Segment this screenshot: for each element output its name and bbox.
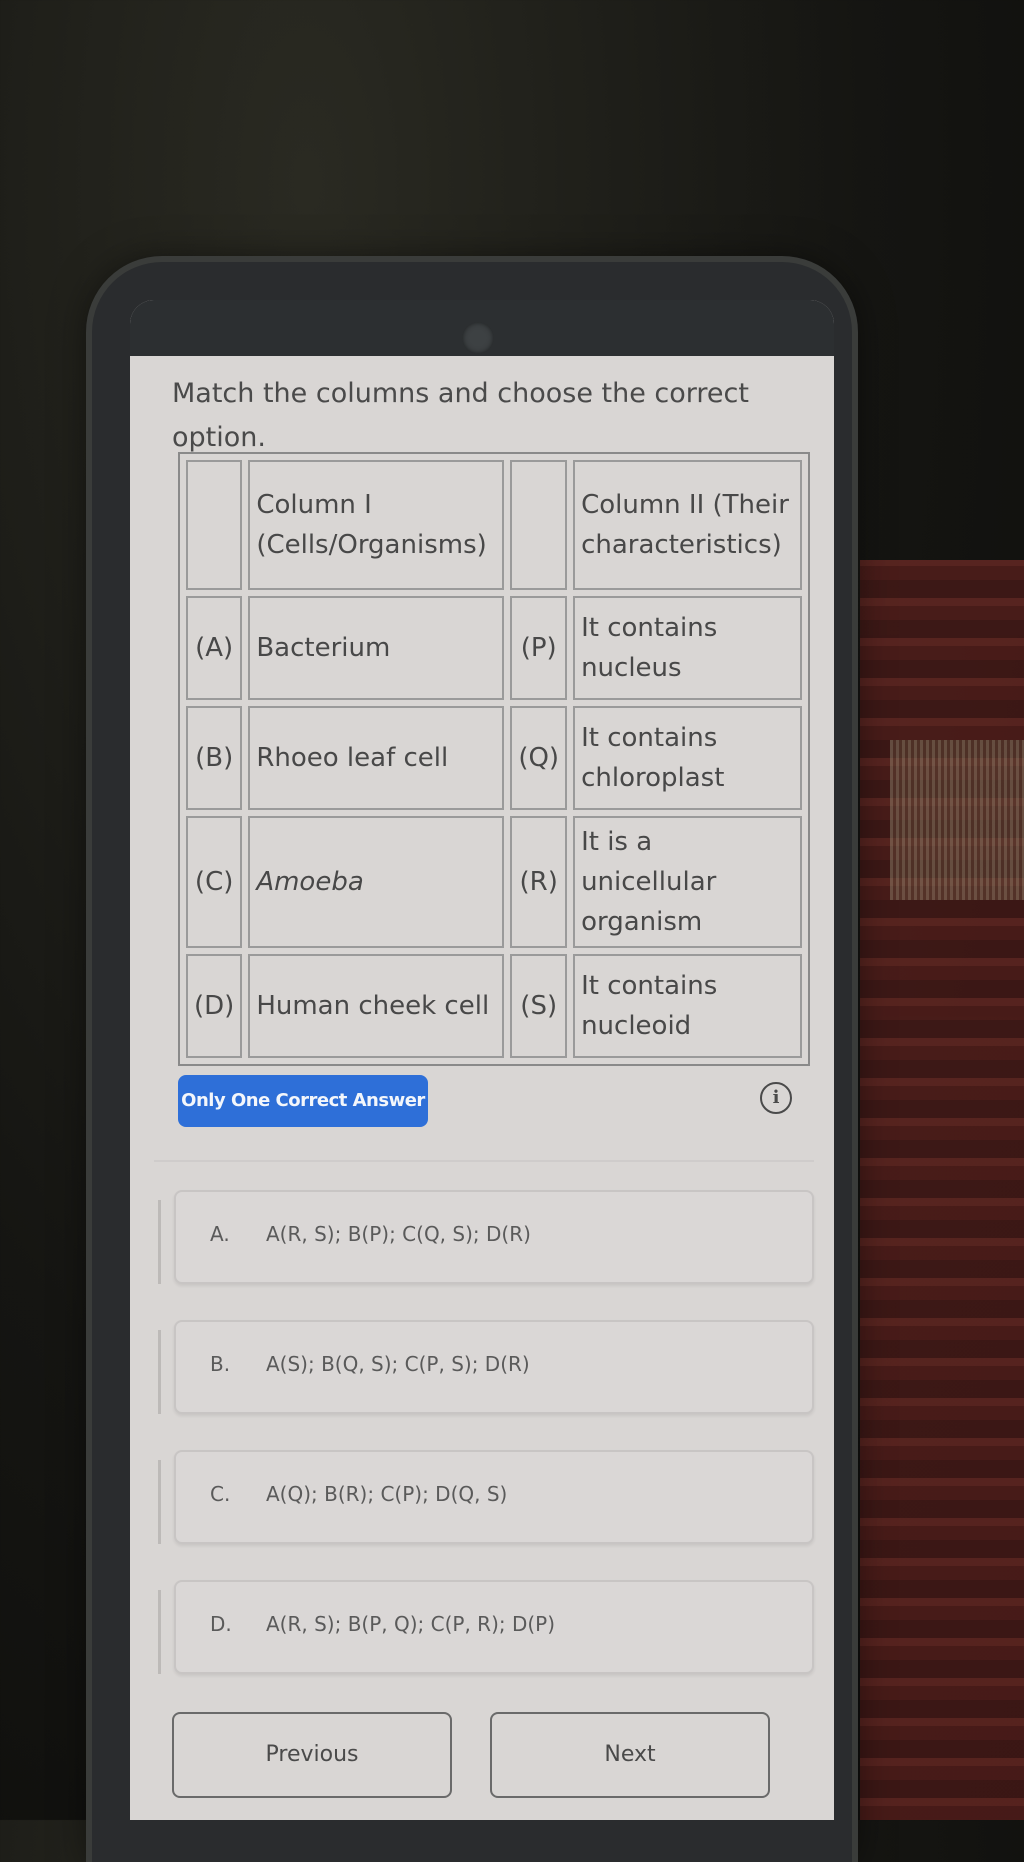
divider (154, 1160, 814, 1162)
header-column-2: Column II (Their characteristics) (573, 460, 802, 590)
table-row: (A) Bacterium (P) It contains nucleus (186, 596, 802, 700)
previous-button[interactable]: Previous (172, 1712, 452, 1798)
row-key-1: (A) (186, 596, 243, 700)
front-camera (462, 322, 494, 354)
row-item: Amoeba (248, 816, 505, 948)
table-row: (D) Human cheek cell (S) It contains nuc… (186, 954, 802, 1058)
row-characteristic: It is a unicellular organism (573, 816, 802, 948)
row-key-2: (S) (510, 954, 568, 1058)
table-row: (B) Rhoeo leaf cell (Q) It contains chlo… (186, 706, 802, 810)
table-header-row: Column I (Cells/Organisms) Column II (Th… (186, 460, 802, 590)
navigation-bar: Previous Next (172, 1712, 812, 1802)
phone-screen: Match the columns and choose the correct… (130, 300, 834, 1820)
header-key-1 (186, 460, 243, 590)
option-d[interactable]: D. A(R, S); B(P, Q); C(P, R); D(P) (158, 1580, 818, 1674)
option-text: A(R, S); B(P); C(Q, S); D(R) (266, 1222, 531, 1246)
option-rail (158, 1200, 161, 1284)
option-rail (158, 1330, 161, 1414)
row-characteristic: It contains nucleus (573, 596, 802, 700)
row-key-2: (P) (510, 596, 568, 700)
option-card[interactable]: A. A(R, S); B(P); C(Q, S); D(R) (174, 1190, 814, 1284)
row-key-2: (R) (510, 816, 568, 948)
option-card[interactable]: D. A(R, S); B(P, Q); C(P, R); D(P) (174, 1580, 814, 1674)
row-item: Human cheek cell (248, 954, 505, 1058)
next-button[interactable]: Next (490, 1712, 770, 1798)
option-letter: D. (210, 1612, 232, 1636)
option-letter: B. (210, 1352, 231, 1376)
table-row: (C) Amoeba (R) It is a unicellular organ… (186, 816, 802, 948)
option-a[interactable]: A. A(R, S); B(P); C(Q, S); D(R) (158, 1190, 818, 1284)
background-fabric (860, 560, 1024, 1820)
match-table: Column I (Cells/Organisms) Column II (Th… (178, 452, 810, 1066)
row-item: Rhoeo leaf cell (248, 706, 505, 810)
header-column-1: Column I (Cells/Organisms) (248, 460, 505, 590)
option-b[interactable]: B. A(S); B(Q, S); C(P, S); D(R) (158, 1320, 818, 1414)
option-card[interactable]: B. A(S); B(Q, S); C(P, S); D(R) (174, 1320, 814, 1414)
option-text: A(Q); B(R); C(P); D(Q, S) (266, 1482, 508, 1506)
option-text: A(S); B(Q, S); C(P, S); D(R) (266, 1352, 530, 1376)
option-letter: A. (210, 1222, 230, 1246)
option-rail (158, 1460, 161, 1544)
question-prompt: Match the columns and choose the correct… (172, 378, 749, 453)
row-key-1: (C) (186, 816, 243, 948)
option-text: A(R, S); B(P, Q); C(P, R); D(P) (266, 1612, 556, 1636)
row-key-1: (D) (186, 954, 243, 1058)
option-c[interactable]: C. A(Q); B(R); C(P); D(Q, S) (158, 1450, 818, 1544)
row-key-2: (Q) (510, 706, 568, 810)
option-card[interactable]: C. A(Q); B(R); C(P); D(Q, S) (174, 1450, 814, 1544)
row-key-1: (B) (186, 706, 243, 810)
row-item: Bacterium (248, 596, 505, 700)
row-characteristic: It contains nucleoid (573, 954, 802, 1058)
row-characteristic: It contains chloroplast (573, 706, 802, 810)
option-letter: C. (210, 1482, 231, 1506)
header-key-2 (510, 460, 568, 590)
answer-options: A. A(R, S); B(P); C(Q, S); D(R) B. A(S);… (158, 1190, 818, 1710)
info-icon[interactable]: i (760, 1082, 792, 1114)
question-type-badge: Only One Correct Answer (178, 1075, 428, 1127)
option-rail (158, 1590, 161, 1674)
